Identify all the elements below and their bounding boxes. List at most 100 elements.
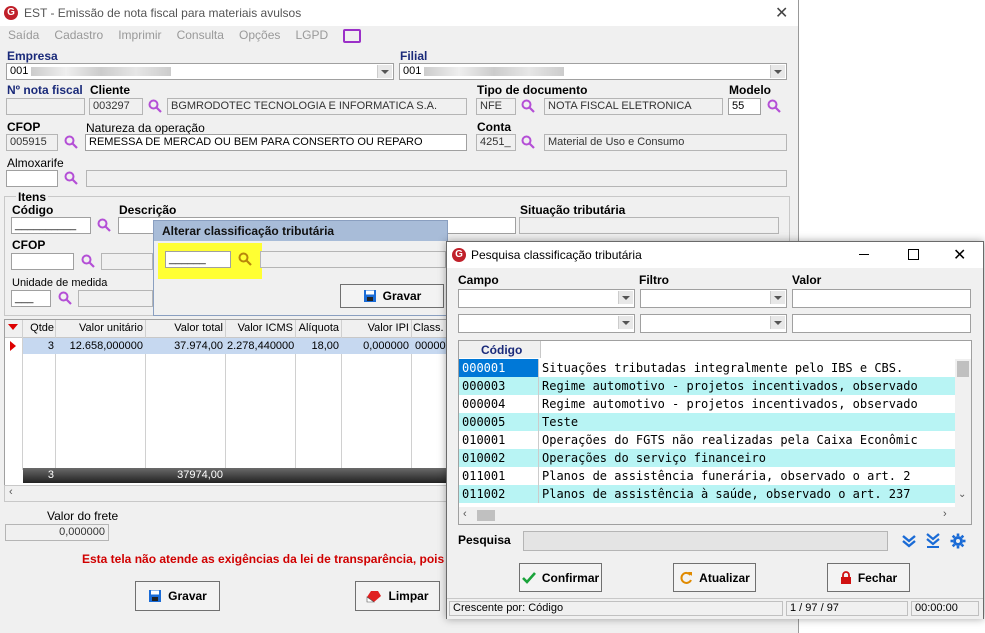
fechar-button[interactable]: Fechar — [827, 563, 910, 592]
scroll-down-icon[interactable]: ⌄ — [958, 489, 966, 500]
table-row[interactable]: 000003 Regime automotivo - projetos incen… — [459, 377, 955, 395]
grid-header-class[interactable]: Class. — [413, 322, 449, 334]
main-close-icon[interactable]: ✕ — [775, 3, 788, 23]
gear-icon[interactable] — [950, 533, 966, 549]
table-row[interactable]: 000005 Teste — [459, 413, 955, 431]
search-icon[interactable] — [767, 99, 781, 113]
scroll-thumb[interactable] — [957, 361, 969, 377]
table-row[interactable]: 011002 Planos de assistência à saúde, obs… — [459, 485, 955, 503]
menu-opcoes[interactable]: Opções — [239, 28, 280, 42]
gravar-button[interactable]: Gravar — [135, 581, 220, 611]
grid-header-valor-total[interactable]: Valor total — [147, 322, 223, 334]
unidade-name-field — [78, 290, 153, 307]
table-row[interactable]: 000004 Regime automotivo - projetos incen… — [459, 395, 955, 413]
search-icon[interactable] — [64, 135, 78, 149]
frete-field[interactable]: 0,000000 — [5, 524, 109, 541]
menu-imprimir[interactable]: Imprimir — [118, 28, 161, 42]
campo-select-2[interactable] — [458, 314, 635, 333]
filial-select[interactable]: 001 — [399, 63, 787, 80]
close-icon[interactable]: ✕ — [953, 245, 966, 265]
search-icon[interactable] — [521, 135, 535, 149]
total-qtde: 3 — [47, 469, 54, 481]
minimize-icon[interactable] — [859, 254, 869, 255]
valor-input-2[interactable] — [792, 314, 971, 333]
scroll-right-icon[interactable]: › — [943, 508, 947, 520]
filtro-select-2[interactable] — [640, 314, 787, 333]
valor-input-1[interactable] — [792, 289, 971, 308]
item-codigo-field[interactable]: __________ — [11, 217, 91, 234]
search-icon[interactable] — [81, 254, 95, 268]
cfop-field[interactable]: 005915 — [6, 134, 58, 151]
unidade-label: Unidade de medida — [12, 277, 108, 289]
scroll-left-icon[interactable]: ‹ — [9, 486, 13, 498]
grid-header-aliquota[interactable]: Alíquota — [297, 322, 339, 334]
item-cfop-field[interactable] — [11, 253, 74, 270]
search-icon[interactable] — [238, 252, 252, 266]
cell-codigo: 011002 — [459, 485, 539, 503]
search-icon[interactable] — [97, 218, 111, 232]
pesquisa-title: Pesquisa classificação tributária — [471, 248, 642, 262]
table-row[interactable]: 000001 Situações tributadas integralmente… — [459, 359, 955, 377]
scroll-left-icon[interactable]: ‹ — [463, 508, 467, 520]
table-row[interactable]: 011001 Planos de assistência funerária, o… — [459, 467, 955, 485]
cell-codigo: 010002 — [459, 449, 539, 467]
search-icon[interactable] — [64, 171, 78, 185]
conta-code-field[interactable]: 4251_ — [476, 134, 516, 151]
alterar-code-field[interactable]: ______ — [165, 251, 231, 268]
almox-field[interactable] — [6, 170, 58, 187]
maximize-icon[interactable] — [908, 249, 919, 260]
table-row[interactable]: 010001 Operações do FGTS não realizadas p… — [459, 431, 955, 449]
pesquisa-dialog: G Pesquisa classificação tributária ✕ Ca… — [446, 241, 984, 619]
pesquisa-input[interactable] — [523, 531, 888, 551]
cell-codigo: 011001 — [459, 467, 539, 485]
modelo-field[interactable]: 55 — [728, 98, 761, 115]
situacao-field — [519, 217, 779, 234]
menu-saida[interactable]: Saída — [8, 28, 39, 42]
campo-label: Campo — [458, 273, 499, 287]
search-icon[interactable] — [148, 99, 162, 113]
modelo-label: Modelo — [729, 83, 771, 97]
monitor-icon[interactable] — [343, 29, 362, 44]
results-vscrollbar[interactable]: ⌄ — [955, 359, 971, 507]
empresa-select[interactable]: 001 — [6, 63, 394, 80]
chevron-down-icon — [377, 65, 392, 78]
scroll-to-end-icon[interactable] — [925, 533, 941, 549]
menu-lgpd[interactable]: LGPD — [295, 28, 328, 42]
grid-hscrollbar[interactable]: ‹ — [4, 485, 450, 502]
table-row[interactable]: 3 12.658,000000 37.974,00 2.278,440000 1… — [5, 338, 449, 354]
cell-descricao: Operações do serviço financeiro — [542, 451, 766, 465]
natureza-field[interactable]: REMESSA DE MERCAD OU BEM PARA CONSERTO O… — [85, 134, 467, 151]
codigo-header[interactable]: Código — [459, 341, 541, 358]
grid-header-valor-ipi[interactable]: Valor IPI — [343, 322, 409, 334]
grid-header-valor-icms[interactable]: Valor ICMS — [227, 322, 293, 334]
floppy-disk-icon — [363, 290, 376, 302]
codigo-label: Código — [12, 203, 54, 217]
search-icon[interactable] — [521, 99, 535, 113]
chevron-double-down-icon[interactable] — [901, 534, 917, 548]
h-scroll-thumb[interactable] — [477, 510, 495, 521]
grid-header-qtde[interactable]: Qtde — [24, 322, 54, 334]
table-row[interactable]: 010002 Operações do serviço financeiro — [459, 449, 955, 467]
cell-descricao: Planos de assistência funerária, observa… — [542, 469, 911, 483]
cell-codigo: 000005 — [459, 413, 539, 431]
menu-cadastro[interactable]: Cadastro — [54, 28, 103, 42]
cliente-code-field[interactable]: 003297 — [89, 98, 143, 115]
alterar-gravar-button[interactable]: Gravar — [340, 284, 444, 308]
campo-select-1[interactable] — [458, 289, 635, 308]
results-hscrollbar[interactable]: ‹ › — [459, 507, 971, 524]
tipo-doc-code-field[interactable]: NFE — [476, 98, 516, 115]
atualizar-button[interactable]: Atualizar — [673, 563, 756, 592]
confirmar-button[interactable]: Confirmar — [519, 563, 602, 592]
natureza-label: Natureza da operação — [86, 121, 205, 135]
grid-header-valor-unitario[interactable]: Valor unitário — [57, 322, 143, 334]
chevron-down-icon — [770, 291, 785, 304]
menu-consulta[interactable]: Consulta — [177, 28, 224, 42]
cell-descricao: Planos de assistência à saúde, observado… — [542, 487, 911, 501]
cell-aliquota: 18,00 — [311, 340, 339, 352]
search-icon[interactable] — [58, 291, 72, 305]
status-count: 1 / 97 / 97 — [786, 601, 908, 616]
filtro-select-1[interactable] — [640, 289, 787, 308]
nota-field[interactable] — [6, 98, 85, 115]
limpar-button[interactable]: Limpar — [355, 581, 440, 611]
unidade-field[interactable]: ___ — [11, 290, 51, 307]
